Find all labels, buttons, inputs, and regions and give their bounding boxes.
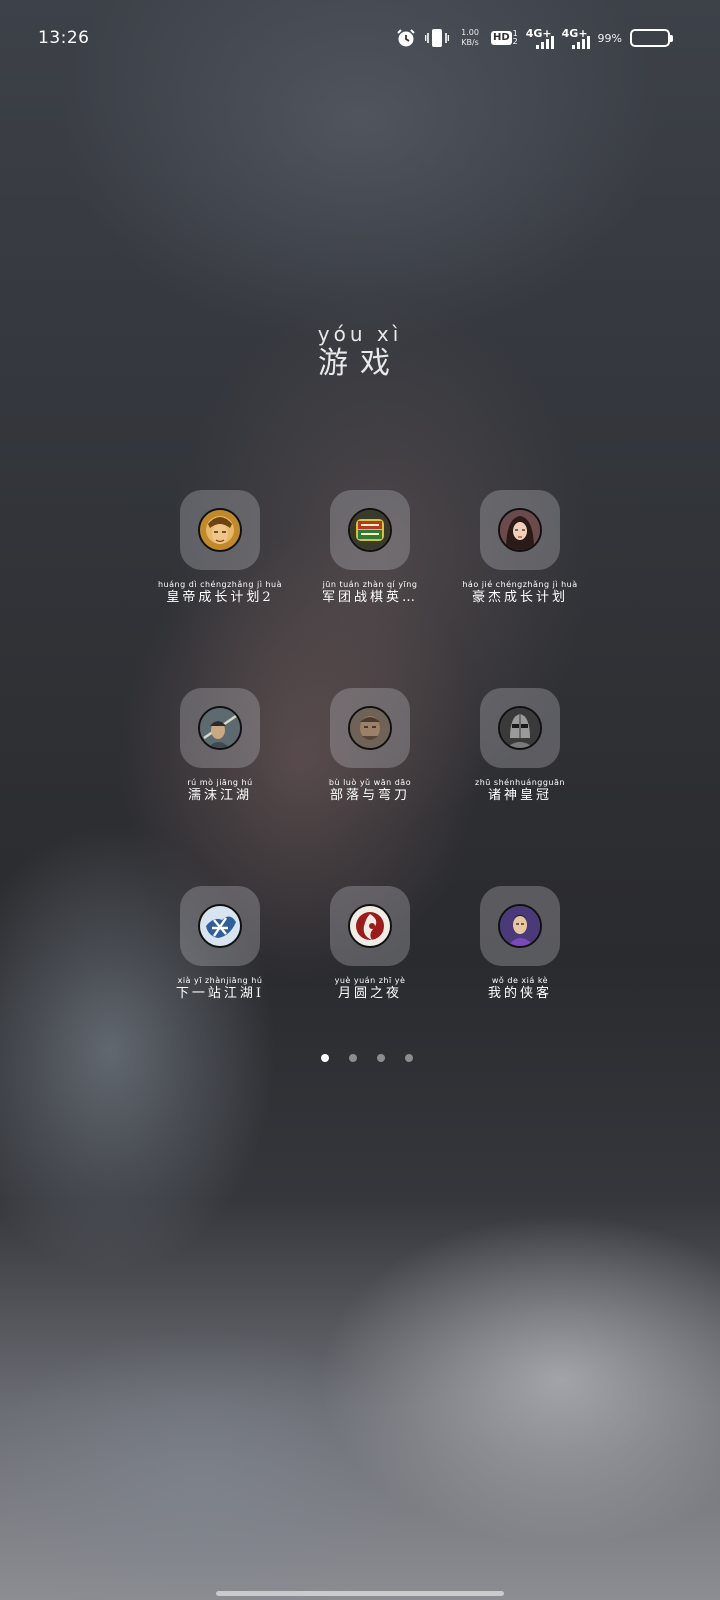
app-label: 皇帝成长计划2	[166, 590, 274, 605]
speed-value: 1.00	[461, 28, 479, 37]
app-tile[interactable]	[480, 886, 560, 966]
home-indicator-bar[interactable]	[216, 1591, 504, 1596]
app-label: 诸神皇冠	[487, 788, 552, 803]
folder-title-text: 游戏	[318, 346, 402, 381]
status-bar: 13:26 1.00 KB/s HD 1 2 4G+ 4G+ 99%	[0, 0, 720, 72]
legion-chess-logo-icon	[348, 508, 392, 552]
net1-label: 4G+	[525, 27, 552, 40]
app-grid: huáng dì chéngzhǎng jì huà 皇帝成长计划2 jūn t…	[145, 490, 595, 1002]
heroine-avatar-icon	[498, 508, 542, 552]
app-next-stop-jianghu[interactable]: xià yī zhànjiāng hú 下一站江湖Ⅰ	[145, 886, 295, 1002]
hd-sub-bottom: 2	[512, 37, 518, 46]
app-tile[interactable]	[180, 688, 260, 768]
swordsman-avatar-icon	[198, 706, 242, 750]
app-legion-chess[interactable]: jūn tuán zhàn qí yīng 军团战棋英…	[295, 490, 445, 606]
app-label-pinyin: háo jié chéngzhǎng jì huà	[462, 580, 578, 589]
app-label-pinyin: bù luò yǔ wān dāo	[328, 778, 412, 787]
app-tile[interactable]	[330, 688, 410, 768]
folder-title-pinyin: yóu xì	[317, 322, 403, 346]
app-tribes-and-scimitars[interactable]: bù luò yǔ wān dāo 部落与弯刀	[295, 688, 445, 804]
page-dot[interactable]	[405, 1054, 413, 1062]
app-label-pinyin: jūn tuán zhàn qí yīng	[322, 580, 418, 589]
app-tile[interactable]	[480, 688, 560, 768]
app-label: 月圆之夜	[337, 986, 402, 1001]
hd-voice-icon: HD 1 2	[490, 30, 518, 46]
page-dot[interactable]	[349, 1054, 357, 1062]
armored-knight-avatar-icon	[498, 706, 542, 750]
app-tile[interactable]	[480, 490, 560, 570]
vibrate-icon	[425, 27, 450, 49]
net2-label: 4G+	[561, 27, 588, 40]
red-moon-logo-icon	[348, 904, 392, 948]
network-speed: 1.00 KB/s	[461, 28, 479, 48]
app-tile[interactable]	[330, 490, 410, 570]
signal-icon: 4G+	[562, 27, 590, 49]
alarm-icon	[395, 27, 417, 49]
app-tile[interactable]	[180, 886, 260, 966]
app-label-pinyin: xià yī zhànjiāng hú	[177, 976, 263, 985]
app-label: 我的侠客	[487, 986, 552, 1001]
app-crown-of-gods[interactable]: zhū shénhuángguān 诸神皇冠	[445, 688, 595, 804]
app-hero-growth[interactable]: háo jié chéngzhǎng jì huà 豪杰成长计划	[445, 490, 595, 606]
app-full-moon-night[interactable]: yuè yuán zhī yè 月圆之夜	[295, 886, 445, 1002]
app-emperor-growth-2[interactable]: huáng dì chéngzhǎng jì huà 皇帝成长计划2	[145, 490, 295, 606]
ink-character-logo-icon	[198, 904, 242, 948]
tribe-warrior-avatar-icon	[348, 706, 392, 750]
app-label-pinyin: zhū shénhuángguān	[475, 778, 565, 787]
app-label-pinyin: huáng dì chéngzhǎng jì huà	[157, 580, 282, 589]
app-rumo-jianghu[interactable]: rú mò jiāng hú 濡沫江湖	[145, 688, 295, 804]
status-time: 13:26	[38, 28, 90, 48]
home-screen: 13:26 1.00 KB/s HD 1 2 4G+ 4G+ 99% yóu x…	[0, 0, 720, 1600]
status-icons: 1.00 KB/s HD 1 2 4G+ 4G+ 99%	[395, 24, 673, 52]
speed-unit: KB/s	[461, 38, 479, 47]
hd-label: HD	[490, 31, 512, 45]
app-label: 豪杰成长计划	[471, 590, 568, 605]
app-label: 下一站江湖Ⅰ	[175, 986, 265, 1001]
page-dot[interactable]	[377, 1054, 385, 1062]
app-label-pinyin: yuè yuán zhī yè	[334, 976, 406, 985]
battery-percent: 99%	[597, 31, 622, 45]
signal-icon: 4G+	[526, 27, 554, 49]
app-label: 濡沫江湖	[187, 788, 252, 803]
app-label: 军团战棋英…	[321, 590, 418, 605]
app-label-pinyin: rú mò jiāng hú	[187, 778, 253, 787]
purple-hero-avatar-icon	[498, 904, 542, 948]
app-my-hero[interactable]: wǒ de xiá kè 我的侠客	[445, 886, 595, 1002]
app-tile[interactable]	[330, 886, 410, 966]
page-indicator[interactable]	[0, 1054, 720, 1062]
app-tile[interactable]	[180, 490, 260, 570]
app-label: 部落与弯刀	[329, 788, 410, 803]
emperor-avatar-icon	[198, 508, 242, 552]
page-dot[interactable]	[321, 1054, 329, 1062]
folder-title[interactable]: yóu xì 游戏	[0, 322, 720, 382]
app-label-pinyin: wǒ de xiá kè	[491, 976, 549, 985]
battery-icon	[630, 29, 673, 47]
